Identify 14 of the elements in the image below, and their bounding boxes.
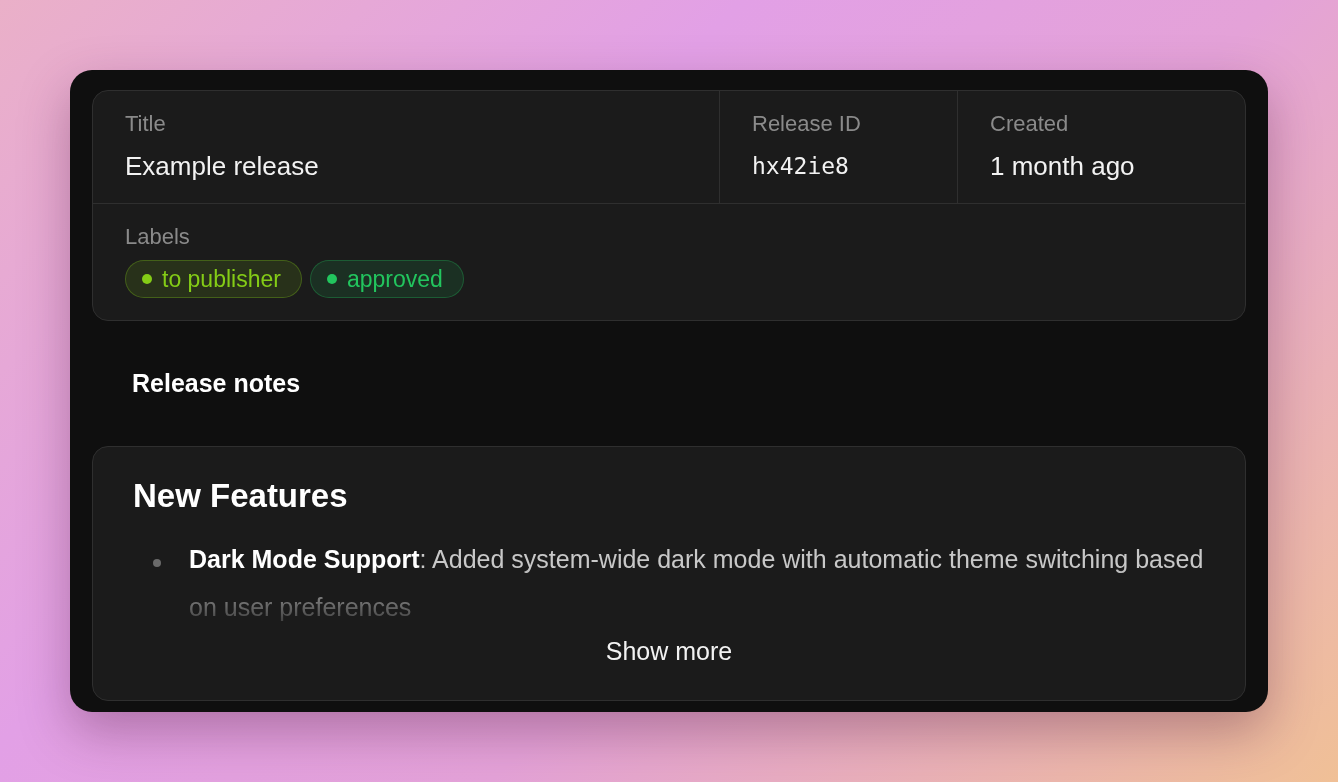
field-value: 1 month ago (990, 151, 1136, 182)
notes-title: New Features (133, 477, 349, 515)
field-value: Example release (125, 151, 320, 182)
field-label: Title (125, 111, 167, 137)
field-label: Labels (125, 224, 191, 250)
section-heading: Release notes (131, 368, 302, 399)
field-label: Created (990, 111, 1070, 137)
label-tag: to publisher (125, 260, 302, 298)
note-text: Dark Mode Support: Added system-wide dark mode with automatic theme switching based on user preferences (189, 544, 1205, 623)
bullet-icon (153, 559, 161, 567)
field-label: Release ID (752, 111, 862, 137)
release-id: hx42ie8 (752, 153, 850, 179)
label-tag: approved (309, 260, 464, 298)
show-more-button[interactable]: Show more (595, 633, 743, 670)
